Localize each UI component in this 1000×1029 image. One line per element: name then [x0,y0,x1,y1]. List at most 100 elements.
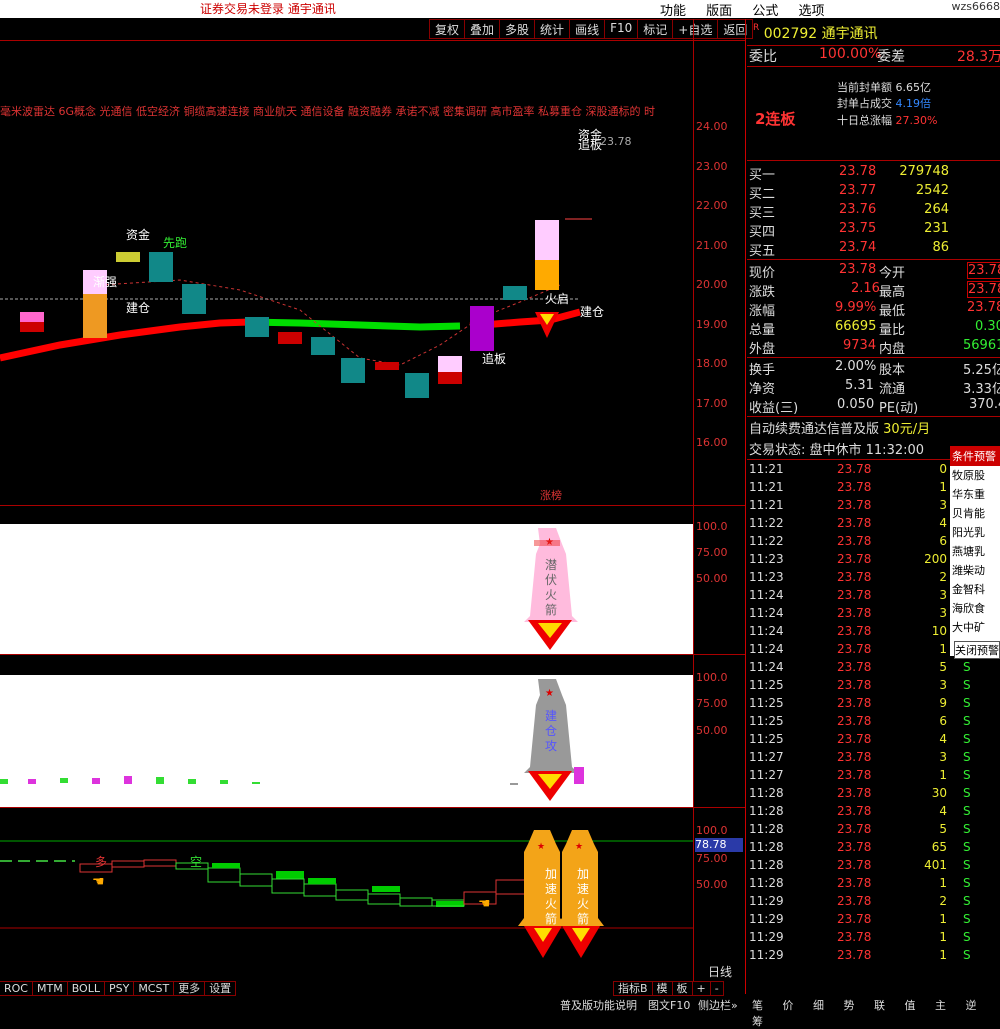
candles [20,220,559,398]
tick-time: 11:29 [749,930,784,944]
tick-time: 11:28 [749,840,784,854]
stock-name: 通宇通讯 [822,26,878,42]
stat-row: 外盘9734内盘56961 [749,338,1000,357]
bottom-icon-bi[interactable]: 笔 [752,999,763,1012]
panel2-tick: 75.00 [696,697,728,710]
bottom-icon-jia[interactable]: 价 [783,999,794,1012]
menu-formula[interactable]: 公式 [752,4,778,19]
tick-price: 23.78 [837,948,871,962]
tb-zixuan[interactable]: +自选 [672,19,718,39]
promo-row[interactable]: 自动续费通达信普及版 30元/月 [749,418,930,437]
tick-time: 11:28 [749,804,784,818]
tick-time: 11:21 [749,480,784,494]
price-tick: 23.00 [696,160,728,173]
tick-time: 11:21 [749,462,784,476]
alert-item[interactable]: 阳光乳 [950,523,1000,542]
tick-volume: 3 [899,588,947,602]
tick-side: S [963,912,971,926]
tick-side: S [963,858,971,872]
tick-volume: 1 [899,642,947,656]
tb-biaoji[interactable]: 标记 [637,19,673,39]
tab-roc[interactable]: ROC [0,981,33,996]
alert-item[interactable]: 贝肯能 [950,504,1000,523]
menu-options[interactable]: 选项 [798,4,824,19]
tab-settings[interactable]: 设置 [204,981,236,996]
tick-side: S [963,732,971,746]
tb-diejia[interactable]: 叠加 [464,19,500,39]
alert-item[interactable]: 燕塘乳 [950,542,1000,561]
bottom-icon-ni[interactable]: 逆 [966,999,977,1012]
rocket-char: 加 [545,867,557,881]
bottom-icon-zhu[interactable]: 主 [935,999,946,1012]
stat-row: 总量66695量比0.30 [749,319,1000,338]
rocket-stripe [534,540,560,546]
alert-item[interactable]: 金智科 [950,580,1000,599]
tab-boll[interactable]: BOLL [67,981,105,996]
tab-mtm[interactable]: MTM [32,981,68,996]
tick-volume: 1 [899,912,947,926]
tb-huaxian[interactable]: 画线 [569,19,605,39]
weicha-value: 28.3万 [957,46,1000,66]
label-huoqi: 火启 [545,292,569,306]
panel2-plot: ★ 建 仓 攻 [0,675,693,807]
tick-side: S [963,876,971,890]
login-warning: 证券交易未登录 通宇通讯 [200,0,336,17]
tab-psy[interactable]: PSY [104,981,134,996]
candle [535,260,559,290]
alert-item[interactable]: 潍柴动 [950,561,1000,580]
tick-price: 23.78 [837,876,871,890]
tab-indicator-b[interactable]: 指标B [613,981,653,996]
bottom-icon-chou[interactable]: 筹 [752,1015,763,1028]
tab-mo[interactable]: 模 [652,981,673,996]
label-last-price: 23.78 [600,135,632,148]
tick-price: 23.78 [837,552,871,566]
tick-volume: 2 [899,570,947,584]
zoom-out-button[interactable]: - [710,981,724,996]
tick-time: 11:29 [749,894,784,908]
bottom-icon-shi[interactable]: 势 [844,999,855,1012]
tick-time: 11:27 [749,768,784,782]
tab-more[interactable]: 更多 [173,981,205,996]
alert-item[interactable]: 大中矿 [950,618,1000,637]
tb-duogu[interactable]: 多股 [499,19,535,39]
menu-function[interactable]: 功能 [660,4,686,19]
candle [405,373,429,398]
tick-price: 23.78 [837,930,871,944]
alert-item[interactable]: 牧原股 [950,466,1000,485]
tick-row: 11:2523.789S [749,696,1000,714]
bar [220,780,228,784]
rocket-char: 伏 [545,573,557,587]
tb-fuquan[interactable]: 复权 [429,19,465,39]
close-alert-button[interactable]: 关闭预警 [954,641,1000,659]
candle [438,356,462,372]
tick-volume: 4 [899,516,947,530]
tick-price: 23.78 [837,822,871,836]
tick-volume: 3 [899,678,947,692]
tab-ban[interactable]: 板 [672,981,693,996]
bottom-icon-zhi[interactable]: 值 [905,999,916,1012]
tick-price: 23.78 [837,858,871,872]
stat-row: 净资5.31流通3.33亿 [749,378,1000,397]
alert-panel: 条件预警 牧原股 华东重 贝肯能 阳光乳 燕塘乳 潍柴动 金智科 海欣食 大中矿 [950,446,1000,656]
menu-layout[interactable]: 版面 [706,4,732,19]
tick-side: S [963,822,971,836]
tick-volume: 1 [899,768,947,782]
tick-price: 23.78 [837,534,871,548]
zoom-in-button[interactable]: + [692,981,711,996]
alert-item[interactable]: 海欣食 [950,599,1000,618]
tab-mcst[interactable]: MCST [133,981,174,996]
panel1-tick: 50.00 [696,572,728,585]
bottom-icon-xi[interactable]: 细 [813,999,824,1012]
label-zhangbang: 涨榜 [540,488,562,502]
tick-time: 11:24 [749,606,784,620]
tick-side: S [963,750,971,764]
alert-item[interactable]: 华东重 [950,485,1000,504]
tick-side: S [963,930,971,944]
label-jianqiang: 渐强 [93,275,117,289]
tick-side: S [963,678,971,692]
tick-time: 11:25 [749,714,784,728]
tb-tongji[interactable]: 统计 [534,19,570,39]
bottom-icon-lian[interactable]: 联 [874,999,885,1012]
tick-price: 23.78 [837,840,871,854]
tb-f10[interactable]: F10 [604,19,638,39]
